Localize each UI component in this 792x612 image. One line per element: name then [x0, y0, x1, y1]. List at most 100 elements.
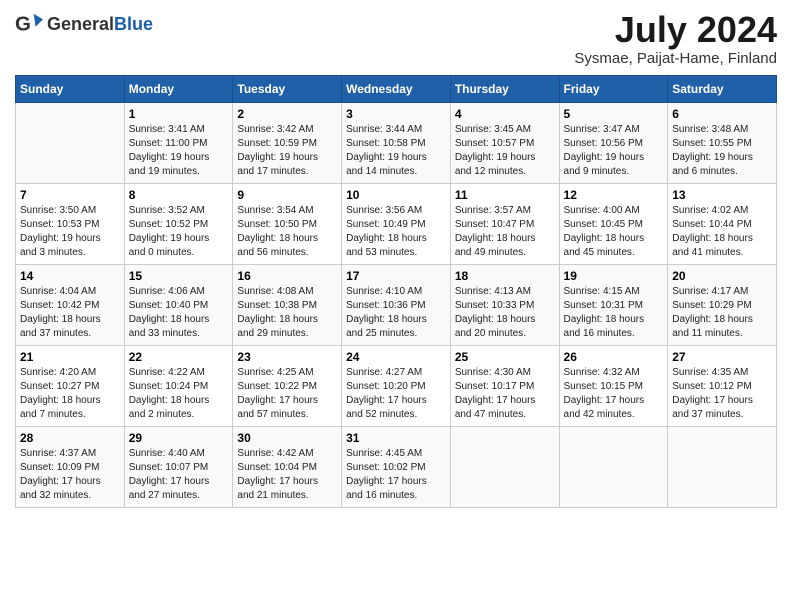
calendar-cell	[450, 426, 559, 507]
day-number: 28	[20, 431, 120, 445]
title-area: July 2024 Sysmae, Paijat-Hame, Finland	[574, 10, 777, 67]
header-wednesday: Wednesday	[342, 75, 451, 102]
cell-info: Sunrise: 3:57 AM Sunset: 10:47 PM Daylig…	[455, 204, 555, 260]
day-number: 4	[455, 107, 555, 121]
header-tuesday: Tuesday	[233, 75, 342, 102]
calendar-cell: 9 Sunrise: 3:54 AM Sunset: 10:50 PM Dayli…	[233, 183, 342, 264]
cell-info: Sunrise: 4:15 AM Sunset: 10:31 PM Daylig…	[564, 285, 664, 341]
day-number: 31	[346, 431, 446, 445]
calendar-week-row: 7Sunrise: 3:50 AM Sunset: 10:53 PM Dayli…	[16, 183, 777, 264]
cell-info: Sunrise: 4:17 AM Sunset: 10:29 PM Daylig…	[672, 285, 772, 341]
calendar-table: SundayMondayTuesdayWednesdayThursdayFrid…	[15, 75, 777, 508]
cell-info: Sunrise: 3:45 AM Sunset: 10:57 PM Daylig…	[455, 123, 555, 179]
logo: G General Blue	[15, 10, 153, 38]
calendar-cell: 7Sunrise: 3:50 AM Sunset: 10:53 PM Dayli…	[16, 183, 125, 264]
cell-info: Sunrise: 3:42 AM Sunset: 10:59 PM Daylig…	[237, 123, 337, 179]
logo-general-text: General	[47, 15, 114, 33]
month-title: July 2024	[574, 10, 777, 50]
day-number: 6	[672, 107, 772, 121]
day-number: 5	[564, 107, 664, 121]
calendar-cell: 30Sunrise: 4:42 AM Sunset: 10:04 PM Dayl…	[233, 426, 342, 507]
day-number: 21	[20, 350, 120, 364]
calendar-cell: 27 Sunrise: 4:35 AM Sunset: 10:12 PM Dayl…	[668, 345, 777, 426]
day-number: 12	[564, 188, 664, 202]
day-number: 26	[564, 350, 664, 364]
day-number: 25	[455, 350, 555, 364]
cell-info: Sunrise: 3:48 AM Sunset: 10:55 PM Daylig…	[672, 123, 772, 179]
calendar-cell: 19 Sunrise: 4:15 AM Sunset: 10:31 PM Dayl…	[559, 264, 668, 345]
cell-info: Sunrise: 4:06 AM Sunset: 10:40 PM Daylig…	[129, 285, 229, 341]
cell-info: Sunrise: 4:22 AM Sunset: 10:24 PM Daylig…	[129, 366, 229, 422]
cell-info: Sunrise: 4:32 AM Sunset: 10:15 PM Daylig…	[564, 366, 664, 422]
calendar-cell: 11 Sunrise: 3:57 AM Sunset: 10:47 PM Dayl…	[450, 183, 559, 264]
calendar-cell	[559, 426, 668, 507]
cell-info: Sunrise: 4:08 AM Sunset: 10:38 PM Daylig…	[237, 285, 337, 341]
day-number: 17	[346, 269, 446, 283]
day-number: 3	[346, 107, 446, 121]
cell-info: Sunrise: 4:42 AM Sunset: 10:04 PM Daylig…	[237, 447, 337, 503]
calendar-cell: 10 Sunrise: 3:56 AM Sunset: 10:49 PM Dayl…	[342, 183, 451, 264]
day-number: 20	[672, 269, 772, 283]
header-friday: Friday	[559, 75, 668, 102]
calendar-cell: 1 Sunrise: 3:41 AM Sunset: 11:00 PM Dayli…	[124, 102, 233, 183]
calendar-cell: 8Sunrise: 3:52 AM Sunset: 10:52 PM Dayli…	[124, 183, 233, 264]
day-number: 15	[129, 269, 229, 283]
day-number: 13	[672, 188, 772, 202]
day-number: 24	[346, 350, 446, 364]
calendar-week-row: 14 Sunrise: 4:04 AM Sunset: 10:42 PM Dayl…	[16, 264, 777, 345]
calendar-cell: 31 Sunrise: 4:45 AM Sunset: 10:02 PM Dayl…	[342, 426, 451, 507]
cell-info: Sunrise: 4:27 AM Sunset: 10:20 PM Daylig…	[346, 366, 446, 422]
calendar-cell: 24 Sunrise: 4:27 AM Sunset: 10:20 PM Dayl…	[342, 345, 451, 426]
cell-info: Sunrise: 4:13 AM Sunset: 10:33 PM Daylig…	[455, 285, 555, 341]
day-number: 1	[129, 107, 229, 121]
day-number: 27	[672, 350, 772, 364]
day-number: 9	[237, 188, 337, 202]
day-number: 7	[20, 188, 120, 202]
calendar-cell: 25 Sunrise: 4:30 AM Sunset: 10:17 PM Dayl…	[450, 345, 559, 426]
calendar-cell: 28Sunrise: 4:37 AM Sunset: 10:09 PM Dayl…	[16, 426, 125, 507]
day-number: 8	[129, 188, 229, 202]
cell-info: Sunrise: 4:35 AM Sunset: 10:12 PM Daylig…	[672, 366, 772, 422]
cell-info: Sunrise: 4:20 AM Sunset: 10:27 PM Daylig…	[20, 366, 120, 422]
location-subtitle: Sysmae, Paijat-Hame, Finland	[574, 50, 777, 67]
calendar-cell: 14 Sunrise: 4:04 AM Sunset: 10:42 PM Dayl…	[16, 264, 125, 345]
cell-info: Sunrise: 4:10 AM Sunset: 10:36 PM Daylig…	[346, 285, 446, 341]
calendar-week-row: 28Sunrise: 4:37 AM Sunset: 10:09 PM Dayl…	[16, 426, 777, 507]
logo-icon: G	[15, 10, 43, 38]
cell-info: Sunrise: 3:44 AM Sunset: 10:58 PM Daylig…	[346, 123, 446, 179]
calendar-week-row: 1 Sunrise: 3:41 AM Sunset: 11:00 PM Dayli…	[16, 102, 777, 183]
calendar-cell: 16Sunrise: 4:08 AM Sunset: 10:38 PM Dayl…	[233, 264, 342, 345]
day-number: 2	[237, 107, 337, 121]
cell-info: Sunrise: 4:30 AM Sunset: 10:17 PM Daylig…	[455, 366, 555, 422]
cell-info: Sunrise: 4:40 AM Sunset: 10:07 PM Daylig…	[129, 447, 229, 503]
calendar-cell: 26 Sunrise: 4:32 AM Sunset: 10:15 PM Dayl…	[559, 345, 668, 426]
cell-info: Sunrise: 4:45 AM Sunset: 10:02 PM Daylig…	[346, 447, 446, 503]
day-number: 18	[455, 269, 555, 283]
day-number: 19	[564, 269, 664, 283]
header-monday: Monday	[124, 75, 233, 102]
calendar-cell: 20 Sunrise: 4:17 AM Sunset: 10:29 PM Dayl…	[668, 264, 777, 345]
cell-info: Sunrise: 4:04 AM Sunset: 10:42 PM Daylig…	[20, 285, 120, 341]
day-number: 22	[129, 350, 229, 364]
day-number: 10	[346, 188, 446, 202]
day-number: 29	[129, 431, 229, 445]
calendar-cell: 17 Sunrise: 4:10 AM Sunset: 10:36 PM Dayl…	[342, 264, 451, 345]
day-number: 14	[20, 269, 120, 283]
cell-info: Sunrise: 3:47 AM Sunset: 10:56 PM Daylig…	[564, 123, 664, 179]
cell-info: Sunrise: 3:56 AM Sunset: 10:49 PM Daylig…	[346, 204, 446, 260]
calendar-cell	[16, 102, 125, 183]
cell-info: Sunrise: 3:54 AM Sunset: 10:50 PM Daylig…	[237, 204, 337, 260]
calendar-cell: 23Sunrise: 4:25 AM Sunset: 10:22 PM Dayl…	[233, 345, 342, 426]
day-number: 23	[237, 350, 337, 364]
day-number: 11	[455, 188, 555, 202]
cell-info: Sunrise: 3:41 AM Sunset: 11:00 PM Daylig…	[129, 123, 229, 179]
header-thursday: Thursday	[450, 75, 559, 102]
cell-info: Sunrise: 4:02 AM Sunset: 10:44 PM Daylig…	[672, 204, 772, 260]
calendar-cell: 21 Sunrise: 4:20 AM Sunset: 10:27 PM Dayl…	[16, 345, 125, 426]
calendar-cell: 29 Sunrise: 4:40 AM Sunset: 10:07 PM Dayl…	[124, 426, 233, 507]
header-sunday: Sunday	[16, 75, 125, 102]
cell-info: Sunrise: 4:00 AM Sunset: 10:45 PM Daylig…	[564, 204, 664, 260]
svg-text:G: G	[15, 13, 31, 36]
page-header: G General Blue July 2024 Sysmae, Paijat-…	[15, 10, 777, 67]
calendar-cell: 3 Sunrise: 3:44 AM Sunset: 10:58 PM Dayli…	[342, 102, 451, 183]
